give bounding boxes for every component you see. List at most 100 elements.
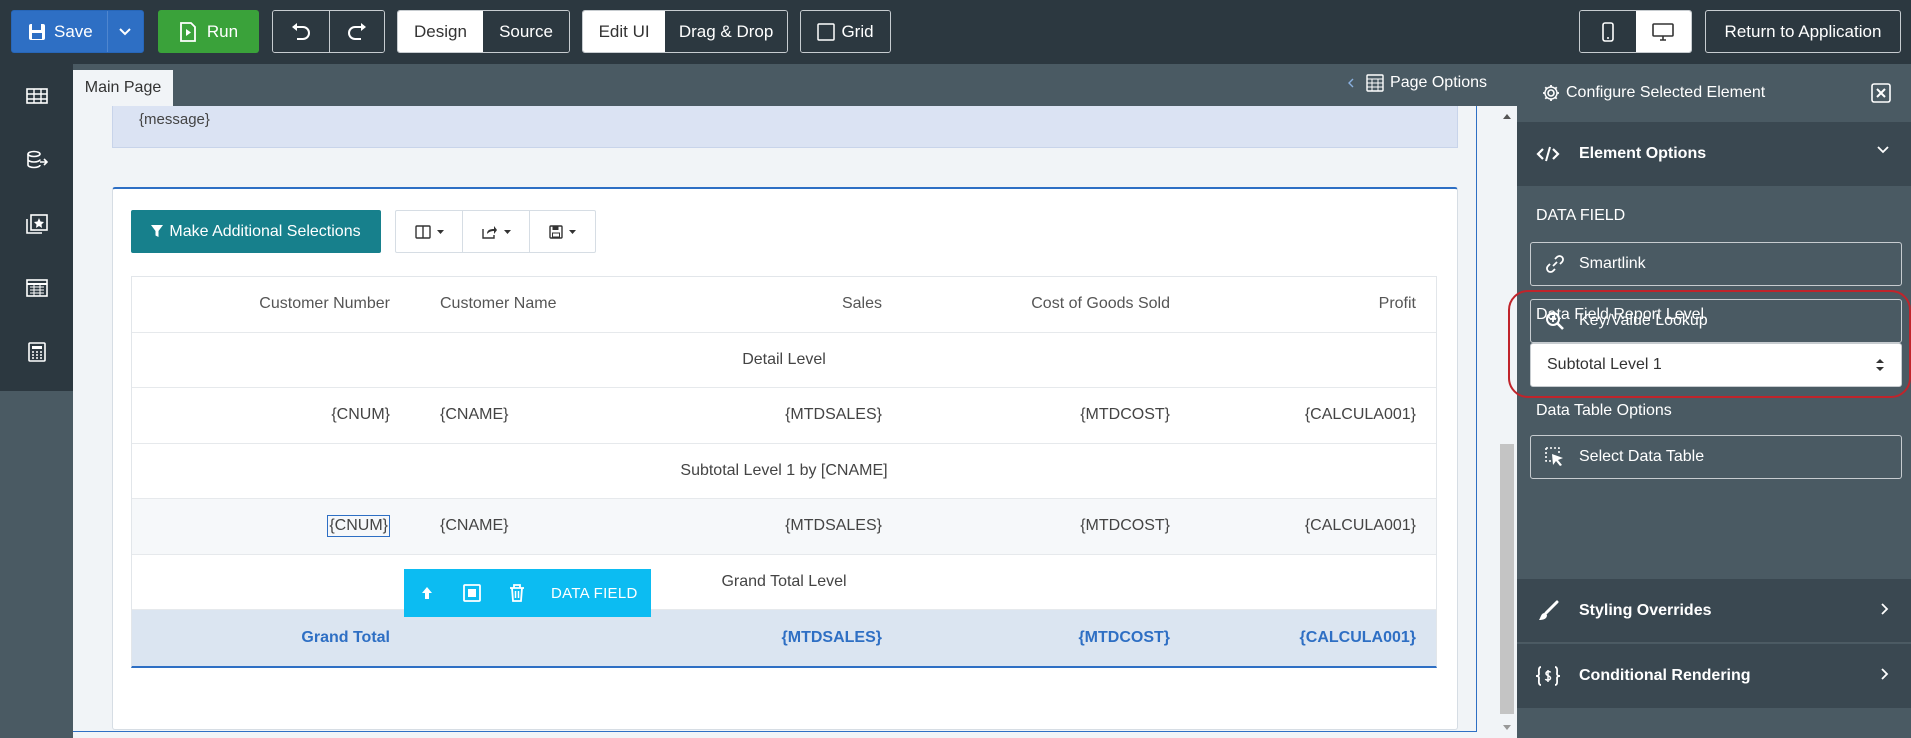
grand-total-level-label[interactable]: Grand Total Level [132,555,1436,610]
run-button[interactable]: Run [158,10,259,53]
device-preview-group [1579,10,1692,53]
caret-down-icon [568,229,576,234]
configure-panel: Configure Selected Element Element Optio… [1508,64,1911,738]
panel-header: Configure Selected Element [1517,64,1911,122]
sidebar-item-tables[interactable] [0,64,73,128]
element-options-section[interactable]: Element Options [1517,122,1911,186]
floppy-disk-icon [28,23,46,41]
close-icon[interactable] [1871,83,1891,103]
make-additional-selections-button[interactable]: Make Additional Selections [131,210,381,253]
chevron-right-icon [1881,603,1889,615]
data-field[interactable] [440,610,640,666]
element-options-body: DATA FIELD Smartlink Key/Value Lookup Da… [1508,186,1911,579]
columns-dropdown-button[interactable] [396,211,462,252]
report-level-label: Data Field Report Level [1536,306,1705,323]
page-tab-strip: Main Page Page Options [73,64,1517,106]
top-toolbar: Save Run Design Source Edit UI Drag & Dr… [0,0,1911,64]
column-header[interactable]: Customer Name [440,277,640,332]
delete-element-button[interactable] [494,569,539,617]
grand-total-label[interactable]: Grand Total [132,610,390,666]
column-header[interactable]: Customer Number [132,277,390,332]
data-field[interactable]: {MTDSALES} [632,499,882,554]
undo-icon [290,22,312,41]
mobile-preview-button[interactable] [1580,11,1636,52]
make-additional-selections-label: Make Additional Selections [169,222,361,240]
sidebar-item-database[interactable] [0,128,73,192]
desktop-preview-button[interactable] [1635,11,1691,52]
redo-button[interactable] [328,11,384,52]
save-button[interactable]: Save [11,10,144,53]
select-data-table-button[interactable]: Select Data Table [1530,435,1902,479]
report-level-select[interactable]: Subtotal Level 1 [1530,343,1902,387]
drag-drop-tab[interactable]: Drag & Drop [665,11,787,52]
selected-data-field[interactable]: {CNUM} [132,499,390,554]
data-field[interactable]: {MTDCOST} [932,610,1170,666]
design-tab[interactable]: Design [398,11,483,52]
data-field[interactable]: {MTDCOST} [932,499,1170,554]
detail-level-label[interactable]: Detail Level [132,333,1436,388]
undo-button[interactable] [273,11,329,52]
arrow-up-icon [421,586,433,600]
selected-data-field-value[interactable]: {CNUM} [327,515,390,538]
detail-level-row: Detail Level [132,333,1436,388]
select-element-button[interactable] [449,569,494,617]
chevron-right-icon [1881,668,1889,680]
return-to-application-button[interactable]: Return to Application [1705,10,1901,53]
save-dropdown-toggle[interactable] [106,11,143,52]
message-box[interactable]: {message} [112,106,1458,148]
column-header[interactable]: Profit [1212,277,1416,332]
column-header[interactable]: Cost of Goods Sold [932,277,1170,332]
data-field[interactable]: {MTDCOST} [932,388,1170,443]
grand-total-row: Grand Total {MTDSALES} {MTDCOST} {CALCUL… [132,610,1436,666]
column-header[interactable]: Sales [632,277,882,332]
sidebar-item-calculator[interactable] [0,320,73,384]
source-tab[interactable]: Source [483,11,569,52]
page-options-button[interactable]: Page Options [1348,74,1487,92]
subtotal-level-row: Subtotal Level 1 by [CNAME] [132,444,1436,499]
table-row: {CNUM} {CNAME} {MTDSALES} {MTDCOST} {CAL… [132,499,1436,555]
data-field[interactable]: {MTDSALES} [632,388,882,443]
data-field-toolbar: DATA FIELD [404,569,651,617]
edit-ui-tab[interactable]: Edit UI [583,11,666,52]
data-field[interactable]: {MTDSALES} [632,610,882,666]
styling-overrides-section[interactable]: Styling Overrides [1517,579,1911,643]
data-field[interactable]: {CALCULA001} [1212,499,1416,554]
table-tools-group [395,210,596,253]
tab-main-page[interactable]: Main Page [73,70,173,106]
filter-icon [151,225,164,238]
save-dropdown-button[interactable] [528,211,595,252]
select-data-table-label: Select Data Table [1579,448,1705,465]
panel-title: Configure Selected Element [1566,84,1766,101]
calculator-icon [27,342,46,362]
scrollbar-thumb[interactable] [1500,444,1514,714]
cursor-select-icon [1545,447,1565,467]
sidebar-item-gallery[interactable] [0,192,73,256]
page-options-label: Page Options [1390,74,1487,91]
table-grid-icon [25,88,48,104]
conditional-rendering-section[interactable]: Conditional Rendering [1517,644,1911,708]
sidebar-item-calendar[interactable] [0,256,73,320]
smartlink-button[interactable]: Smartlink [1530,242,1902,286]
grid-toggle[interactable]: Grid [800,10,891,53]
data-field[interactable]: {CALCULA001} [1212,388,1416,443]
subtotal-level-label[interactable]: Subtotal Level 1 by [CNAME] [132,444,1436,499]
view-mode-group: Design Source [397,10,570,53]
data-field[interactable]: {CALCULA001} [1212,610,1416,666]
data-table-options-label: Data Table Options [1536,402,1672,419]
data-field[interactable]: {CNAME} [440,499,640,554]
database-export-icon [26,150,48,170]
data-field[interactable]: {CNAME} [440,388,640,443]
select-parent-button[interactable] [404,569,449,617]
canvas-scrollbar[interactable] [1497,106,1517,738]
play-file-icon [179,21,197,42]
share-dropdown-button[interactable] [462,211,528,252]
data-field-heading: DATA FIELD [1536,207,1626,224]
data-field[interactable]: {CNUM} [132,388,390,443]
share-icon [481,225,498,239]
chevron-left-icon [1348,78,1354,88]
smartlink-label: Smartlink [1579,255,1646,272]
mobile-phone-icon [1601,21,1614,42]
scroll-up-arrow-icon[interactable] [1502,112,1512,122]
undo-redo-group [272,10,385,53]
scroll-down-arrow-icon[interactable] [1502,722,1512,732]
